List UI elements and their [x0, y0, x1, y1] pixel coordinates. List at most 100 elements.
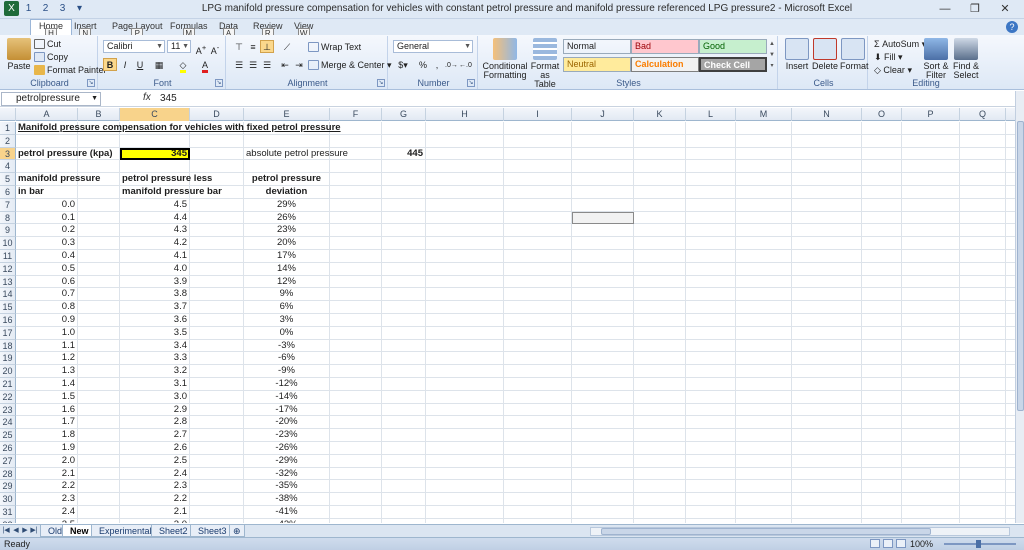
- column-header-k[interactable]: K: [634, 108, 686, 121]
- cell-k3[interactable]: [634, 147, 686, 161]
- cell-n13[interactable]: [792, 275, 862, 289]
- row-header-6[interactable]: 6: [0, 186, 16, 199]
- cell-a19[interactable]: 1.2: [16, 352, 78, 366]
- cell-i13[interactable]: [504, 275, 572, 289]
- cell-h12[interactable]: [426, 262, 504, 276]
- qat-undo-key[interactable]: 2: [38, 1, 53, 16]
- cell-p15[interactable]: [902, 301, 960, 314]
- insert-sheet-icon[interactable]: ⊕: [229, 525, 245, 537]
- cell-l8[interactable]: [686, 211, 736, 225]
- column-header-c[interactable]: C: [120, 108, 190, 121]
- cell-k31[interactable]: [634, 506, 686, 519]
- cell-e10[interactable]: 20%: [244, 237, 330, 250]
- qat-customize-icon[interactable]: ▾: [72, 1, 87, 16]
- cell-d14[interactable]: [190, 288, 244, 302]
- cell-e28[interactable]: -32%: [244, 467, 330, 481]
- cell-n30[interactable]: [792, 493, 862, 506]
- cell-l16[interactable]: [686, 314, 736, 327]
- cell-o24[interactable]: [862, 416, 902, 430]
- cell-o6[interactable]: [862, 186, 902, 199]
- cell-l6[interactable]: [686, 186, 736, 199]
- cell-f5[interactable]: [330, 173, 382, 186]
- cell-k18[interactable]: [634, 339, 686, 353]
- cell-n6[interactable]: [792, 186, 862, 199]
- cell-h15[interactable]: [426, 301, 504, 314]
- row-header-26[interactable]: 26: [0, 442, 16, 455]
- cell-r24[interactable]: [1006, 416, 1015, 430]
- cell-i17[interactable]: [504, 326, 572, 340]
- cell-h11[interactable]: [426, 250, 504, 263]
- cell-p23[interactable]: [902, 403, 960, 417]
- sheet-tab-experimental[interactable]: Experimental: [91, 525, 160, 537]
- cell-o3[interactable]: [862, 147, 902, 161]
- normal-view-icon[interactable]: [870, 539, 880, 548]
- cell-d21[interactable]: [190, 378, 244, 391]
- cell-p25[interactable]: [902, 429, 960, 442]
- cell-p14[interactable]: [902, 288, 960, 302]
- cell-j6[interactable]: [572, 186, 634, 199]
- select-all-corner[interactable]: [0, 108, 16, 121]
- cell-a24[interactable]: 1.7: [16, 416, 78, 430]
- cell-o23[interactable]: [862, 403, 902, 417]
- cell-a27[interactable]: 2.0: [16, 454, 78, 468]
- cell-i1[interactable]: [504, 122, 572, 135]
- cell-b19[interactable]: [78, 352, 120, 366]
- cell-p30[interactable]: [902, 493, 960, 506]
- cell-r18[interactable]: [1006, 340, 1015, 353]
- cell-m18[interactable]: [736, 339, 792, 353]
- cell-e26[interactable]: -26%: [244, 442, 330, 455]
- cell-m4[interactable]: [736, 160, 792, 174]
- cell-e11[interactable]: 17%: [244, 250, 330, 263]
- cell-p12[interactable]: [902, 262, 960, 276]
- cell-l4[interactable]: [686, 160, 736, 174]
- cell-g24[interactable]: [382, 416, 426, 430]
- cell-f24[interactable]: [330, 416, 382, 430]
- column-header-n[interactable]: N: [792, 108, 862, 121]
- cell-k8[interactable]: [634, 211, 686, 225]
- cell-g20[interactable]: [382, 365, 426, 378]
- row-header-8[interactable]: 8: [0, 211, 16, 225]
- percent-icon[interactable]: %: [416, 58, 430, 71]
- cell-i23[interactable]: [504, 403, 572, 417]
- cell-l29[interactable]: [686, 480, 736, 494]
- excel-logo-icon[interactable]: X: [4, 1, 19, 16]
- cell-l21[interactable]: [686, 378, 736, 391]
- font-color-icon[interactable]: A: [198, 58, 212, 73]
- cell-a26[interactable]: 1.9: [16, 442, 78, 455]
- cell-g14[interactable]: [382, 288, 426, 302]
- row-header-13[interactable]: 13: [0, 275, 16, 289]
- comma-icon[interactable]: ,: [430, 58, 444, 71]
- cell-a3[interactable]: petrol pressure (kpa): [16, 147, 113, 161]
- row-header-17[interactable]: 17: [0, 326, 16, 340]
- cell-p24[interactable]: [902, 416, 960, 430]
- row-header-7[interactable]: 7: [0, 198, 16, 212]
- cell-g4[interactable]: [382, 160, 426, 174]
- cell-e7[interactable]: 29%: [244, 198, 330, 212]
- cell-j32[interactable]: [572, 518, 634, 523]
- row-header-14[interactable]: 14: [0, 288, 16, 302]
- formula-input[interactable]: 345: [160, 93, 177, 104]
- cell-n3[interactable]: [792, 147, 862, 161]
- align-left-icon[interactable]: ☰: [232, 58, 246, 71]
- cell-m7[interactable]: [736, 198, 792, 212]
- cell-i15[interactable]: [504, 301, 572, 314]
- cell-g1[interactable]: [382, 122, 426, 135]
- cell-a25[interactable]: 1.8: [16, 429, 78, 442]
- cell-d25[interactable]: [190, 429, 244, 442]
- cell-r21[interactable]: [1006, 378, 1015, 391]
- cell-o9[interactable]: [862, 224, 902, 238]
- cell-g15[interactable]: [382, 301, 426, 314]
- cell-o10[interactable]: [862, 237, 902, 250]
- cell-p20[interactable]: [902, 365, 960, 378]
- cell-f6[interactable]: [330, 186, 382, 199]
- cell-r13[interactable]: [1006, 276, 1015, 289]
- cell-o26[interactable]: [862, 442, 902, 455]
- borders-icon[interactable]: ▦: [152, 58, 166, 71]
- row-header-5[interactable]: 5: [0, 173, 16, 186]
- row-header-10[interactable]: 10: [0, 237, 16, 250]
- cell-q24[interactable]: [960, 416, 1006, 430]
- cell-b12[interactable]: [78, 262, 120, 276]
- cell-n14[interactable]: [792, 288, 862, 302]
- column-header-j[interactable]: J: [572, 108, 634, 121]
- cell-q23[interactable]: [960, 403, 1006, 417]
